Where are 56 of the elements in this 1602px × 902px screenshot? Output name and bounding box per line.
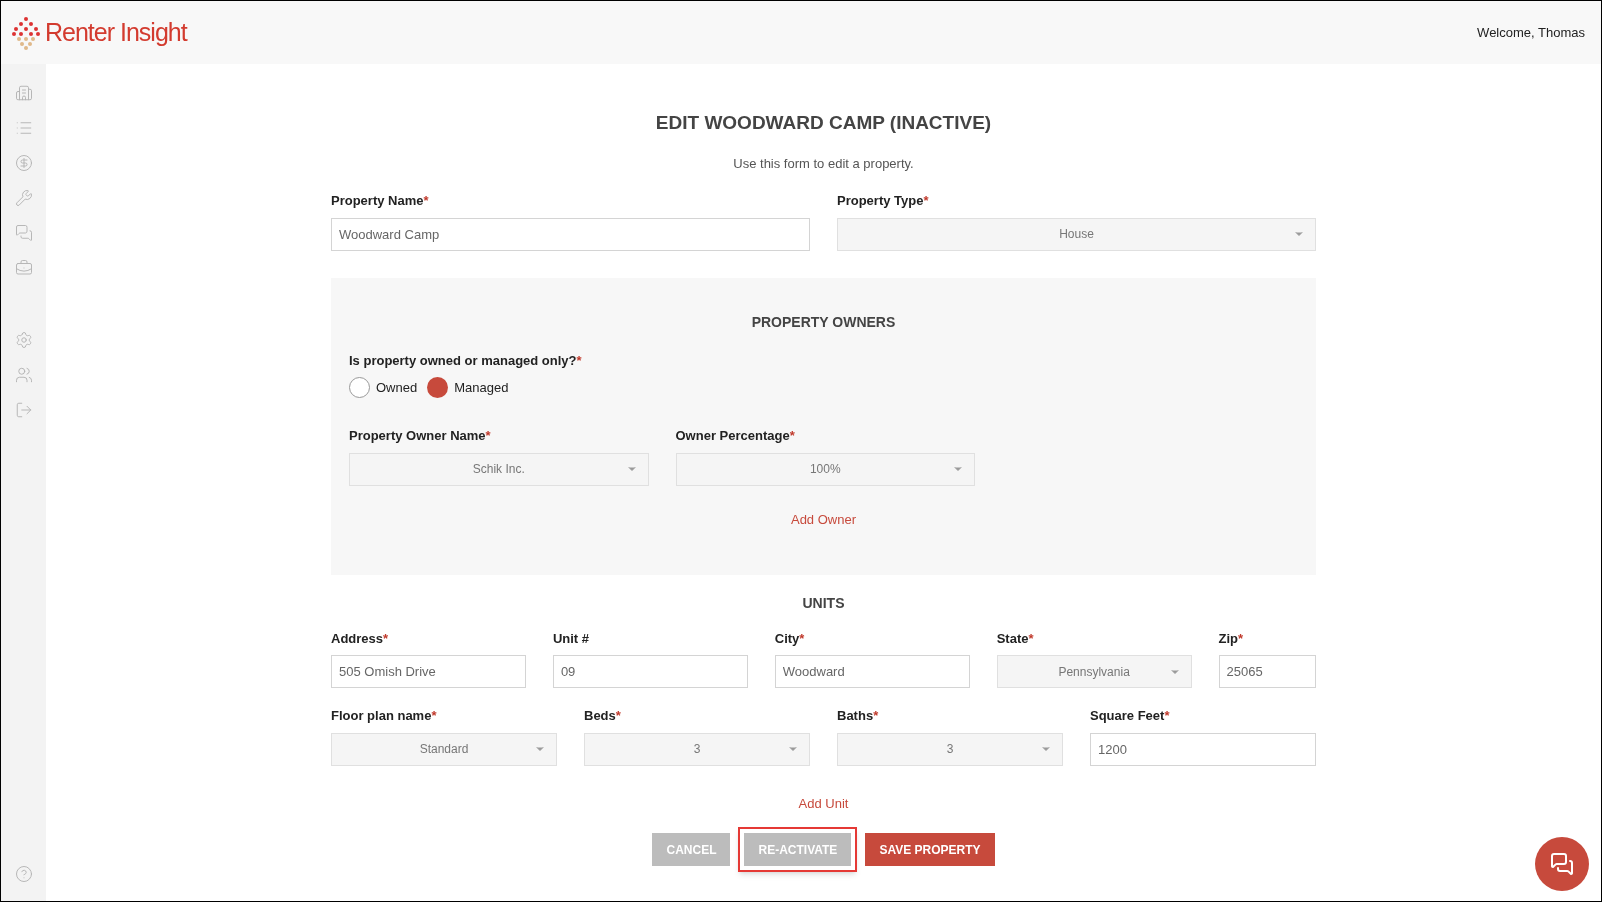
dropdown[interactable]: 3 <box>584 732 810 766</box>
field-label: State <box>996 629 1029 648</box>
logo-text: Renter Insight <box>45 16 187 48</box>
dropdown[interactable]: Standard <box>331 732 557 766</box>
input-field[interactable]: 09 <box>552 655 748 688</box>
radio-label: Managed <box>454 378 509 397</box>
required-mark: * <box>923 192 929 210</box>
field-label: Property Owner Name <box>349 427 486 445</box>
required-mark: * <box>431 707 437 725</box>
chat-icon <box>1550 852 1574 876</box>
add-unit-link[interactable]: Add Unit <box>798 793 849 813</box>
field-label: Property Type <box>837 192 924 210</box>
field-label: Square Feet <box>1090 707 1165 725</box>
dropdown[interactable]: 3 <box>837 732 1063 766</box>
input-field[interactable]: Woodward Camp <box>331 217 810 251</box>
add-owner-link[interactable]: Add Owner <box>790 509 856 529</box>
page-title: EDIT WOODWARD CAMP (INACTIVE) <box>655 111 992 135</box>
field-label: Owner Percentage <box>675 427 790 445</box>
required-mark: * <box>799 629 805 648</box>
dropdown[interactable]: House <box>837 217 1316 251</box>
required-mark: * <box>1164 707 1170 725</box>
section-heading: PROPERTY OWNERS <box>751 312 896 332</box>
field-label: Address <box>331 629 384 648</box>
input-field[interactable]: 25065 <box>1218 655 1316 688</box>
input-field[interactable]: Woodward <box>774 655 970 688</box>
field-label: Unit # <box>552 629 589 648</box>
field-label: Is property owned or managed only? <box>349 351 577 370</box>
dropdown[interactable]: 100% <box>675 452 975 486</box>
field-label: Zip <box>1218 629 1239 648</box>
dropdown[interactable]: Pennsylvania <box>996 655 1192 688</box>
required-mark: * <box>383 629 389 648</box>
chat-button[interactable] <box>1535 837 1589 891</box>
field-label: Baths <box>837 707 874 725</box>
field-label: Floor plan name <box>331 707 432 725</box>
welcome-text: Welcome, Thomas <box>1477 23 1585 42</box>
required-mark: * <box>485 427 491 445</box>
radio-button[interactable] <box>427 377 449 398</box>
required-mark: * <box>873 707 879 725</box>
required-mark: * <box>576 351 582 370</box>
required-mark: * <box>789 427 795 445</box>
required-mark: * <box>423 192 429 210</box>
field-label: Property Name <box>331 192 424 210</box>
radio-button[interactable] <box>349 377 370 398</box>
required-mark: * <box>1028 629 1034 648</box>
save-button[interactable]: SAVE PROPERTY <box>865 833 995 866</box>
field-label: City <box>774 629 800 648</box>
input-field[interactable]: 1200 <box>1090 732 1316 766</box>
input-field[interactable]: 505 Omish Drive <box>331 655 526 688</box>
field-label: Beds <box>584 707 616 725</box>
dropdown[interactable]: Schik Inc. <box>349 452 649 486</box>
required-mark: * <box>615 707 621 725</box>
required-mark: * <box>1238 629 1244 648</box>
page-subtitle: Use this form to edit a property. <box>733 154 914 173</box>
radio-label: Owned <box>376 378 418 397</box>
section-heading: UNITS <box>802 593 845 613</box>
logo-icon <box>11 15 41 50</box>
